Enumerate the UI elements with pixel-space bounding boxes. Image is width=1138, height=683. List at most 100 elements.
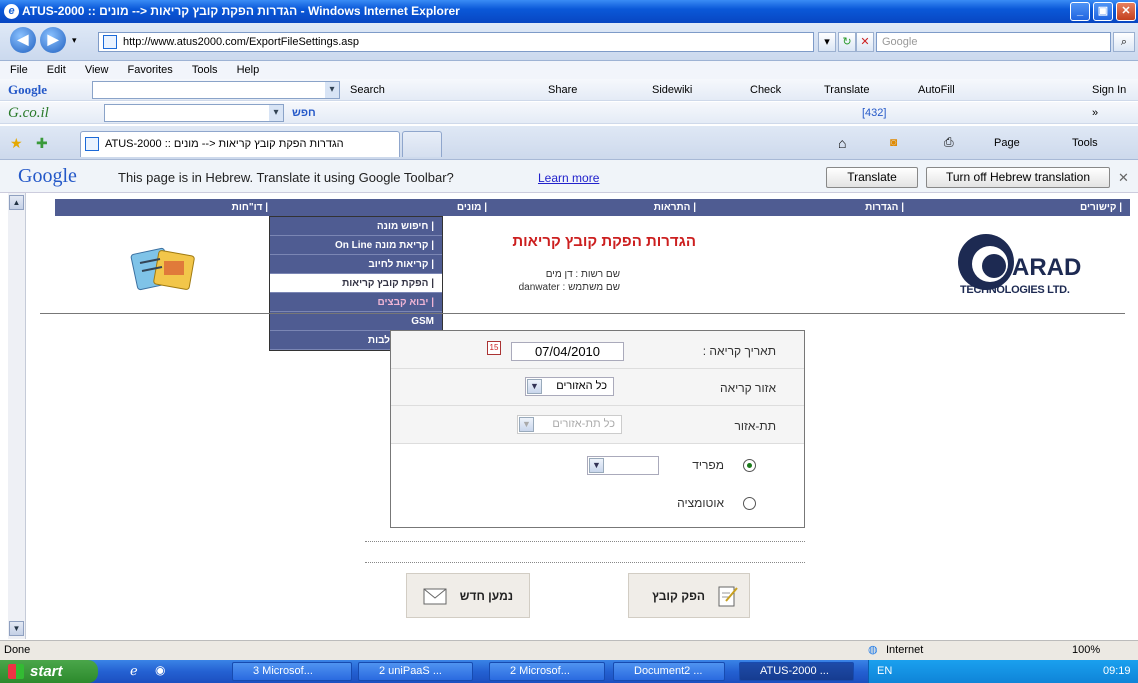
turn-off-translation-button[interactable]: Turn off Hebrew translation <box>926 167 1110 188</box>
home-icon[interactable]: ⌂ <box>838 135 846 151</box>
autofill-button[interactable]: AutoFill <box>918 79 955 100</box>
new-tab-button[interactable] <box>402 131 442 157</box>
google-toolbar-search-input[interactable] <box>92 81 340 99</box>
automation-label: אוטומציה <box>677 496 724 510</box>
close-button[interactable]: ✕ <box>1116 2 1136 21</box>
sign-in-button[interactable]: Sign In <box>1092 79 1126 100</box>
start-label: start <box>30 663 63 680</box>
automation-radio[interactable] <box>743 497 756 510</box>
add-favorites-icon[interactable]: ✚ <box>36 135 48 152</box>
chevron-down-icon: ▼ <box>589 458 604 473</box>
tab-label: ATUS-2000 :: הגדרות הפקת קובץ קריאות <--… <box>105 138 344 150</box>
subarea-select-value: כל תת-אזורים <box>552 418 615 430</box>
menu-item-billing-readings[interactable]: | קריאות לחיוב <box>270 255 442 274</box>
learn-more-link[interactable]: Learn more <box>538 171 599 185</box>
url-input[interactable]: http://www.atus2000.com/ExportFileSettin… <box>98 32 814 52</box>
nav-settings[interactable]: | הגדרות <box>865 199 904 216</box>
maximize-button[interactable]: ▣ <box>1093 2 1113 21</box>
google-logo: Google <box>18 165 77 187</box>
search-icon[interactable]: ⌕ <box>1113 32 1135 52</box>
quicklaunch-desktop-icon[interactable]: ◉ <box>155 663 165 677</box>
subarea-label: תת-אזור <box>734 419 776 433</box>
sidewiki-button[interactable]: Sidewiki <box>652 79 692 100</box>
translate-message: This page is in Hebrew. Translate it usi… <box>118 170 454 185</box>
gcoil-search-button[interactable]: חפש <box>292 102 316 123</box>
calendar-icon[interactable]: 15 <box>487 341 501 355</box>
taskbar-item-document2[interactable]: Document2 ... <box>613 662 725 681</box>
new-load-button[interactable]: נמען חדש <box>406 573 530 618</box>
system-tray: EN 09:19 <box>868 660 1138 683</box>
export-file-button[interactable]: הפק קובץ <box>628 573 750 618</box>
vertical-scrollbar[interactable]: ▲ ▼ <box>8 193 26 639</box>
menu-edit[interactable]: Edit <box>47 64 66 76</box>
url-dropdown-button[interactable]: ▾ <box>818 32 836 52</box>
translate-toolbar-button[interactable]: Translate <box>824 79 869 100</box>
menu-item-import-files[interactable]: | יבוא קבצים <box>270 293 442 312</box>
menu-item-meter-search[interactable]: | חיפוש מונה <box>270 217 442 236</box>
quicklaunch-ie-icon[interactable]: ℯ <box>130 663 138 679</box>
start-button[interactable]: start <box>0 660 98 683</box>
tools-menu[interactable]: Tools <box>1072 137 1098 149</box>
scroll-up-icon[interactable]: ▲ <box>9 195 24 210</box>
tab-active[interactable]: ATUS-2000 :: הגדרות הפקת קובץ קריאות <--… <box>80 131 400 157</box>
envelope-icon <box>423 588 447 605</box>
gcoil-toolbar: G.co.il חפש [432] » <box>0 102 1138 124</box>
scroll-down-icon[interactable]: ▼ <box>9 621 24 636</box>
search-input[interactable]: Google <box>876 32 1111 52</box>
page-menu[interactable]: Page <box>994 137 1020 149</box>
new-load-label: נמען חדש <box>459 589 513 603</box>
menu-view[interactable]: View <box>85 64 109 76</box>
taskbar-item-powerpoint[interactable]: 2 Microsof... <box>489 662 605 681</box>
nav-alerts[interactable]: | התראות <box>654 199 696 216</box>
menu-help[interactable]: Help <box>237 64 260 76</box>
translate-button[interactable]: Translate <box>826 167 918 188</box>
nav-reports[interactable]: | דו"חות <box>232 199 268 216</box>
gcoil-search-input[interactable] <box>104 104 284 122</box>
arad-logo-emblem <box>958 234 1014 290</box>
subarea-row: תת-אזור כל תת-אזורים ▼ <box>391 406 804 444</box>
header-divider <box>40 313 1125 314</box>
language-indicator[interactable]: EN <box>877 660 892 683</box>
recent-pages-icon[interactable]: ▾ <box>72 35 77 46</box>
nav-meters[interactable]: | מונים <box>457 199 487 216</box>
minimize-button[interactable]: _ <box>1070 2 1090 21</box>
favorites-star-icon[interactable]: ★ <box>10 135 23 152</box>
status-bar: Done ◍ Internet 100% <box>0 640 1138 660</box>
toolbar-overflow-icon[interactable]: » <box>1092 102 1098 123</box>
area-select[interactable]: כל האזורים ▼ <box>525 377 614 396</box>
close-translate-icon[interactable]: ✕ <box>1118 170 1129 186</box>
date-input[interactable]: 07/04/2010 <box>511 342 624 361</box>
menu-item-online-reading[interactable]: | קריאת מונה On Line <box>270 236 442 255</box>
taskbar-item-outlook[interactable]: 3 Microsof... <box>232 662 352 681</box>
taskbar-item-unipaas[interactable]: 2 uniPaaS ... <box>358 662 473 681</box>
stop-icon[interactable]: ✕ <box>856 32 874 52</box>
subarea-select[interactable]: כל תת-אזורים ▼ <box>517 415 622 434</box>
feeds-icon[interactable]: ◙ <box>890 135 897 149</box>
zoom-level[interactable]: 100% <box>1072 641 1100 660</box>
internet-zone-icon: ◍ <box>868 644 878 656</box>
separator-select[interactable]: ▼ <box>587 456 659 475</box>
print-icon[interactable]: ⎙ <box>944 135 954 150</box>
forward-button[interactable]: ▶ <box>40 27 66 53</box>
authority-label: שם רשות : דן מים <box>545 269 620 280</box>
separator-radio[interactable] <box>743 459 756 472</box>
gcoil-count-badge[interactable]: [432] <box>862 102 886 123</box>
menu-item-gsm[interactable]: GSM <box>270 312 442 331</box>
area-row: אזור קריאה כל האזורים ▼ <box>391 369 804 406</box>
nav-links[interactable]: | קישורים <box>1080 199 1122 216</box>
menu-tools[interactable]: Tools <box>192 64 218 76</box>
back-button[interactable]: ◀ <box>10 27 36 53</box>
date-label: תאריך קריאה : <box>702 344 776 358</box>
site-nav-bar: | קישורים | הגדרות | התראות | מונים | דו… <box>55 199 1130 216</box>
menu-favorites[interactable]: Favorites <box>128 64 173 76</box>
chevron-down-icon: ▼ <box>527 379 542 394</box>
taskbar-item-atus[interactable]: ATUS-2000 ... <box>739 662 854 681</box>
menu-file[interactable]: File <box>10 64 28 76</box>
menu-item-export-readings[interactable]: | הפקת קובץ קריאות <box>270 274 442 293</box>
menu-bar: File Edit View Favorites Tools Help <box>0 61 1138 79</box>
refresh-icon[interactable]: ↻ <box>838 32 856 52</box>
check-button[interactable]: Check <box>750 79 781 100</box>
window-title: ATUS-2000 :: הגדרות הפקת קובץ קריאות <--… <box>22 4 460 18</box>
share-button[interactable]: Share <box>548 79 577 100</box>
google-search-button[interactable]: Search <box>350 79 385 100</box>
